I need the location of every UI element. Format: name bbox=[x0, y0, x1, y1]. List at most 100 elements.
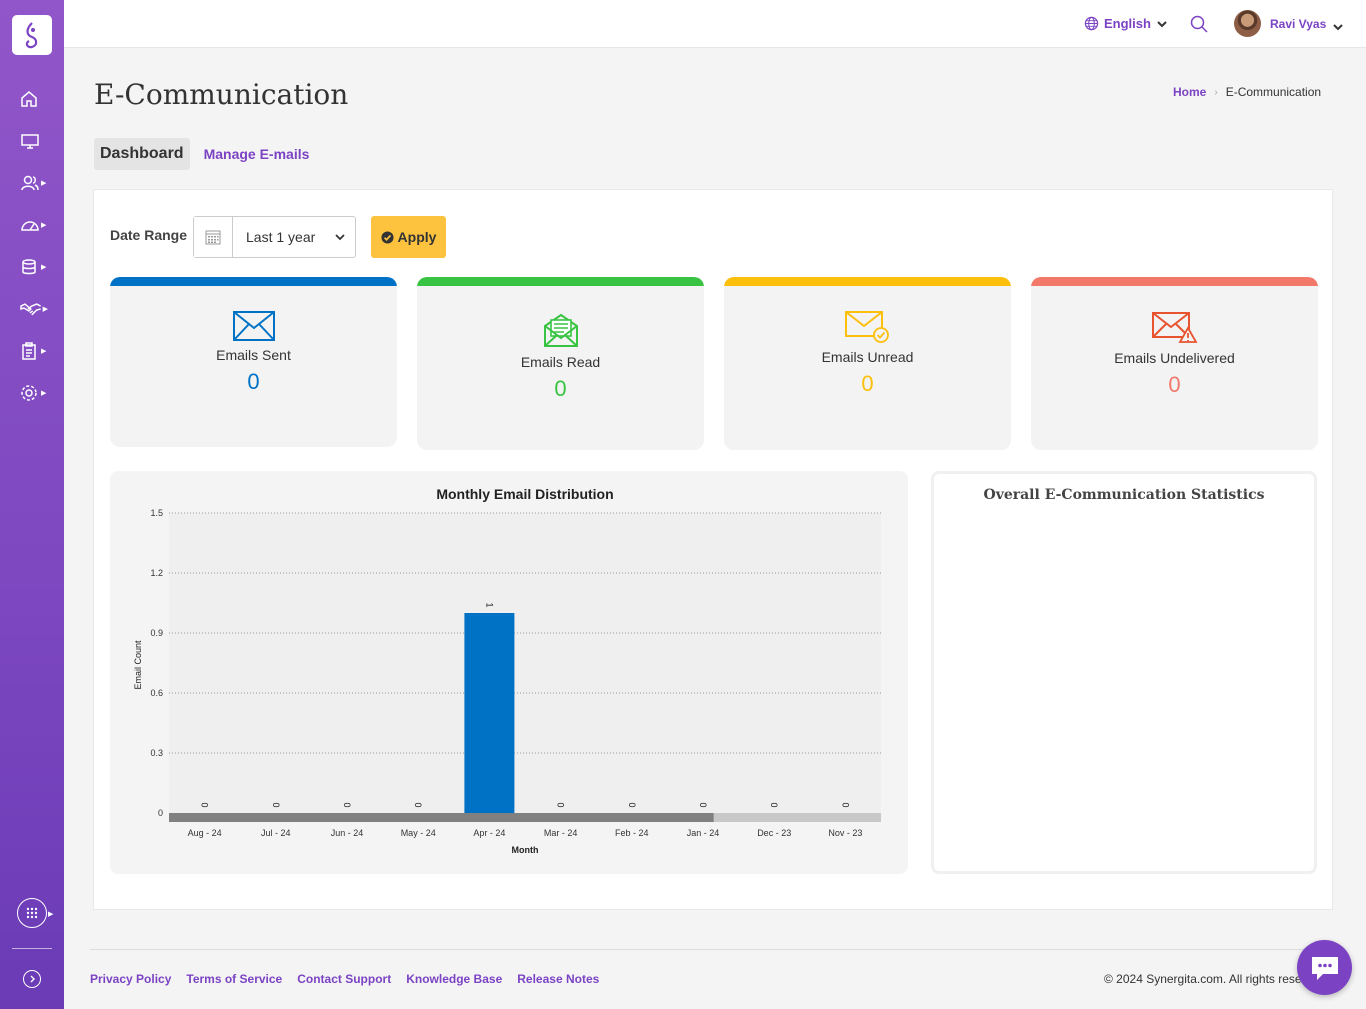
tab-dashboard[interactable]: Dashboard bbox=[94, 138, 190, 170]
sidebar-item-dashboard[interactable] bbox=[20, 130, 48, 152]
y-tick-label: 0.3 bbox=[150, 748, 163, 758]
language-selector[interactable]: English bbox=[1084, 16, 1168, 31]
data-label: 0 bbox=[271, 802, 281, 807]
page-tabs: Dashboard Manage E-mails bbox=[94, 138, 315, 170]
user-menu-toggle[interactable] bbox=[1332, 18, 1344, 36]
caret-right-icon: ▶ bbox=[41, 264, 47, 271]
sidebar: ▶ ▶ ▶ ▶ ▶ ▶ ▶ bbox=[0, 0, 64, 1009]
user-avatar[interactable] bbox=[1234, 10, 1261, 37]
home-icon bbox=[21, 91, 37, 107]
x-tick-label: Feb - 24 bbox=[615, 828, 649, 838]
y-tick-label: 0 bbox=[158, 808, 163, 818]
stat-card-accent bbox=[417, 277, 704, 286]
y-tick-label: 1.5 bbox=[150, 508, 163, 518]
apply-label: Apply bbox=[397, 229, 437, 245]
stat-card-accent bbox=[110, 277, 397, 286]
y-tick-label: 1.2 bbox=[150, 568, 163, 578]
sidebar-item-home[interactable] bbox=[20, 88, 48, 110]
search-button[interactable] bbox=[1190, 15, 1208, 38]
breadcrumb-current: E-Communication bbox=[1225, 85, 1322, 99]
gear-icon bbox=[21, 385, 37, 401]
search-icon bbox=[1190, 15, 1208, 33]
data-label: 0 bbox=[698, 802, 708, 807]
envelope-icon bbox=[110, 311, 397, 341]
overall-stats-card: Overall E-Communication Statistics bbox=[931, 471, 1317, 874]
monthly-email-chart-card: Monthly Email Distribution Email Count M… bbox=[110, 471, 908, 874]
x-tick-label: Apr - 24 bbox=[473, 828, 505, 838]
calendar-button[interactable] bbox=[194, 217, 233, 257]
sidebar-item-people[interactable]: ▶ bbox=[20, 172, 48, 194]
x-tick-label: Nov - 23 bbox=[828, 828, 862, 838]
chart-xlabel: Month bbox=[512, 845, 539, 855]
expand-sidebar-button[interactable] bbox=[23, 970, 41, 988]
chart-bar bbox=[464, 613, 515, 813]
data-label: 0 bbox=[556, 802, 566, 807]
apply-button[interactable]: Apply bbox=[371, 216, 446, 258]
plot-area bbox=[169, 513, 881, 813]
sidebar-item-settings[interactable]: ▶ bbox=[20, 382, 48, 404]
stat-value: 0 bbox=[554, 376, 567, 401]
caret-right-icon: ▶ bbox=[41, 390, 47, 397]
sidebar-item-performance[interactable]: ▶ bbox=[20, 214, 48, 236]
chat-support-button[interactable] bbox=[1297, 940, 1352, 995]
data-label: 0 bbox=[200, 802, 210, 807]
sidebar-item-data[interactable]: ▶ bbox=[20, 256, 48, 278]
envelope-warning-icon bbox=[1031, 312, 1318, 344]
caret-right-icon: ▶ bbox=[42, 306, 48, 313]
x-tick-label: Aug - 24 bbox=[188, 828, 222, 838]
x-tick-label: Mar - 24 bbox=[544, 828, 578, 838]
stat-label: Emails Unread bbox=[821, 349, 914, 365]
envelope-check-icon bbox=[724, 311, 1011, 343]
apps-button[interactable] bbox=[17, 898, 47, 928]
footer-link-privacy[interactable]: Privacy Policy bbox=[90, 972, 171, 986]
sidebar-item-engagement[interactable]: ▶ bbox=[20, 298, 48, 320]
footer-link-knowledge-base[interactable]: Knowledge Base bbox=[406, 972, 502, 986]
stat-value: 0 bbox=[247, 369, 260, 394]
language-label: English bbox=[1104, 16, 1151, 31]
footer-link-release-notes[interactable]: Release Notes bbox=[517, 972, 599, 986]
envelope-open-icon bbox=[417, 312, 704, 348]
stat-card-accent bbox=[724, 277, 1011, 286]
footer-link-terms[interactable]: Terms of Service bbox=[186, 972, 282, 986]
stat-label: Emails Read bbox=[520, 354, 601, 370]
top-bar: English Ravi Vyas bbox=[64, 0, 1366, 48]
stat-label: Emails Sent bbox=[216, 347, 291, 363]
x-tick-label: Dec - 23 bbox=[757, 828, 791, 838]
tab-manage-emails[interactable]: Manage E-mails bbox=[198, 138, 316, 170]
copyright-text: © 2024 Synergita.com. All rights reserve… bbox=[1104, 972, 1304, 986]
sidebar-item-reports[interactable]: ▶ bbox=[20, 340, 48, 362]
x-tick-label: Jul - 24 bbox=[261, 828, 291, 838]
caret-right-icon: ▶ bbox=[41, 348, 47, 355]
dashboard-panel: Date Range Last 1 year Apply Emails Sent bbox=[93, 189, 1333, 910]
calendar-icon bbox=[205, 230, 221, 245]
app-logo[interactable] bbox=[12, 15, 52, 55]
breadcrumb-separator-icon: › bbox=[1214, 86, 1218, 98]
page-title: E-Communication bbox=[94, 78, 349, 111]
stat-card-emails-undelivered: Emails Undelivered 0 bbox=[1031, 277, 1318, 450]
data-label: 0 bbox=[342, 802, 352, 807]
stat-label: Emails Undelivered bbox=[1114, 350, 1235, 366]
stat-card-accent bbox=[1031, 277, 1318, 286]
clipboard-icon bbox=[22, 342, 36, 360]
user-name[interactable]: Ravi Vyas bbox=[1270, 17, 1326, 31]
footer-divider bbox=[90, 949, 1340, 950]
database-icon bbox=[22, 259, 36, 275]
chevron-down-icon bbox=[1333, 24, 1343, 31]
sidebar-divider bbox=[12, 948, 52, 949]
data-label: 1 bbox=[484, 602, 494, 607]
grid-icon bbox=[26, 907, 38, 919]
breadcrumb-home[interactable]: Home bbox=[1173, 85, 1206, 99]
caret-right-icon: ▶ bbox=[41, 222, 47, 229]
x-tick-label: Jan - 24 bbox=[687, 828, 720, 838]
chevron-down-icon bbox=[1157, 20, 1167, 27]
monthly-email-chart: Monthly Email Distribution Email Count M… bbox=[133, 486, 881, 855]
date-range-select[interactable]: Last 1 year bbox=[233, 217, 355, 257]
footer-link-support[interactable]: Contact Support bbox=[297, 972, 391, 986]
chart-title: Monthly Email Distribution bbox=[436, 486, 613, 502]
date-range-value: Last 1 year bbox=[246, 229, 316, 245]
x-tick-label: Jun - 24 bbox=[331, 828, 364, 838]
chevron-right-icon bbox=[30, 975, 35, 983]
stat-card-emails-sent: Emails Sent 0 bbox=[110, 277, 397, 447]
gauge-icon bbox=[21, 221, 39, 231]
breadcrumb: Home › E-Communication bbox=[1173, 85, 1321, 99]
